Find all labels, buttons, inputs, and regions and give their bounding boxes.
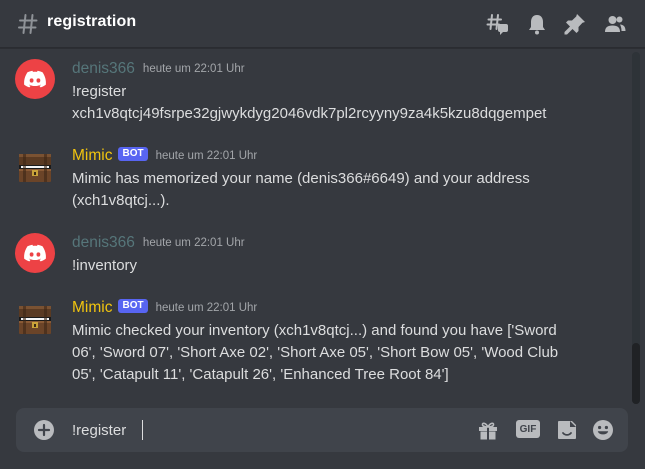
message-header: Mimic BOT heute um 22:01 Uhr bbox=[72, 146, 257, 166]
member-list-icon[interactable] bbox=[603, 12, 627, 36]
treasure-chest-icon bbox=[19, 306, 51, 334]
avatar[interactable] bbox=[15, 59, 55, 99]
avatar[interactable] bbox=[15, 148, 55, 188]
text-caret bbox=[142, 420, 143, 440]
message-line: Mimic has memorized your name (denis366#… bbox=[72, 170, 530, 187]
pin-icon[interactable] bbox=[563, 12, 587, 36]
message-line: (xch1v8qtcj...). bbox=[72, 192, 170, 209]
scrollbar-thumb[interactable] bbox=[632, 343, 640, 404]
message-input[interactable] bbox=[72, 419, 452, 441]
treasure-chest-icon bbox=[19, 154, 51, 182]
gif-icon[interactable]: GIF bbox=[516, 420, 540, 438]
discord-logo-icon bbox=[24, 244, 46, 262]
hash-icon bbox=[18, 14, 38, 34]
discord-logo-icon bbox=[24, 70, 46, 88]
threads-icon[interactable] bbox=[486, 12, 510, 36]
message-content: Mimic has memorized your name (denis366#… bbox=[72, 168, 612, 212]
message-content: !register xch1v8qtcj49fsrpe32gjwykdyg204… bbox=[72, 81, 612, 125]
message-header: denis366 heute um 22:01 Uhr bbox=[72, 233, 245, 253]
add-attachment-icon[interactable] bbox=[32, 418, 56, 442]
timestamp: heute um 22:01 Uhr bbox=[142, 237, 245, 249]
message-composer: GIF bbox=[16, 408, 628, 452]
message-header: Mimic BOT heute um 22:01 Uhr bbox=[72, 298, 257, 318]
username[interactable]: Mimic bbox=[72, 147, 112, 165]
username[interactable]: Mimic bbox=[72, 299, 112, 317]
message-item: Mimic BOT heute um 22:01 Uhr Mimic has m… bbox=[0, 146, 632, 216]
message-line: 06', 'Sword 07', 'Short Axe 02', 'Short … bbox=[72, 344, 559, 361]
notification-bell-icon[interactable] bbox=[525, 12, 549, 36]
message-item: denis366 heute um 22:01 Uhr !inventory bbox=[0, 233, 632, 281]
discord-chat-window: registration denis366 heute um 22:01 Uhr… bbox=[0, 0, 645, 469]
channel-name: registration bbox=[47, 13, 137, 30]
message-list: denis366 heute um 22:01 Uhr !register xc… bbox=[0, 49, 632, 404]
gift-icon[interactable] bbox=[476, 418, 500, 442]
message-line: xch1v8qtcj49fsrpe32gjwykdyg2046vdk7pl2rc… bbox=[72, 105, 547, 122]
message-item: Mimic BOT heute um 22:01 Uhr Mimic check… bbox=[0, 298, 632, 390]
message-item: denis366 heute um 22:01 Uhr !register xc… bbox=[0, 59, 632, 129]
timestamp: heute um 22:01 Uhr bbox=[142, 63, 245, 75]
message-content: !inventory bbox=[72, 255, 612, 277]
channel-header: registration bbox=[0, 0, 645, 48]
emoji-icon[interactable] bbox=[591, 418, 615, 442]
message-content: Mimic checked your inventory (xch1v8qtcj… bbox=[72, 320, 612, 386]
message-line: Mimic checked your inventory (xch1v8qtcj… bbox=[72, 322, 557, 339]
message-line: !register bbox=[72, 83, 127, 100]
sticker-icon[interactable] bbox=[555, 418, 579, 442]
avatar[interactable] bbox=[15, 233, 55, 273]
bot-tag: BOT bbox=[118, 299, 148, 313]
avatar[interactable] bbox=[15, 300, 55, 340]
timestamp: heute um 22:01 Uhr bbox=[155, 150, 258, 162]
message-line: !inventory bbox=[72, 257, 138, 274]
message-header: denis366 heute um 22:01 Uhr bbox=[72, 59, 245, 79]
message-line: 05', 'Catapult 11', 'Catapult 26', 'Enha… bbox=[72, 366, 449, 383]
bot-tag: BOT bbox=[118, 147, 148, 161]
timestamp: heute um 22:01 Uhr bbox=[155, 302, 258, 314]
username[interactable]: denis366 bbox=[72, 234, 135, 252]
username[interactable]: denis366 bbox=[72, 60, 135, 78]
